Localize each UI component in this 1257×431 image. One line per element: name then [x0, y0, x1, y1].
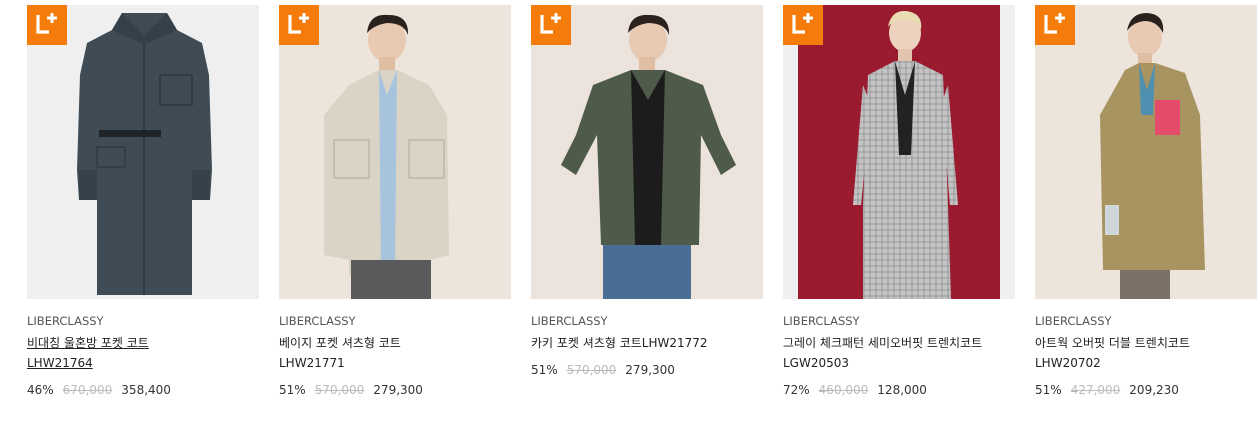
product-image[interactable] [531, 5, 763, 299]
original-price: 570,000 [314, 383, 365, 397]
price-row: 51% 570,000 279,300 [531, 362, 763, 378]
sale-price: 209,230 [1129, 383, 1179, 397]
product-name[interactable]: 카키 포켓 셔츠형 코트LHW21772 [531, 333, 736, 353]
product-grid: LIBERCLASSY 비대칭 울혼방 포켓 코트 LHW21764 46% 67… [0, 0, 1257, 431]
sale-price: 279,300 [373, 383, 423, 397]
sale-price: 279,300 [625, 363, 675, 377]
product-code[interactable]: LHW21771 [279, 356, 345, 370]
product-image[interactable] [783, 5, 1015, 299]
product-card[interactable]: LIBERCLASSY 그레이 체크패턴 세미오버핏 트렌치코트 LGW2050… [783, 0, 1015, 398]
product-code[interactable]: LHW21764 [27, 356, 93, 370]
product-card[interactable]: LIBERCLASSY 카키 포켓 셔츠형 코트LHW21772 51% 570,… [531, 0, 763, 378]
original-price: 670,000 [62, 383, 113, 397]
product-name-text[interactable]: 아트웍 오버핏 더블 트렌치코트 [1035, 336, 1190, 350]
model-illustration-icon [798, 5, 1000, 299]
original-price: 570,000 [566, 363, 617, 377]
price-row: 46% 670,000 358,400 [27, 382, 259, 398]
discount-rate: 51% [531, 363, 558, 377]
product-image[interactable] [279, 5, 511, 299]
product-code[interactable]: LHW20702 [1035, 356, 1101, 370]
product-image[interactable] [27, 5, 259, 299]
sale-price: 358,400 [121, 383, 171, 397]
price-row: 51% 570,000 279,300 [279, 382, 511, 398]
product-name-text[interactable]: 카키 포켓 셔츠형 코트LHW21772 [531, 336, 708, 350]
lplus-badge-icon [279, 5, 319, 45]
product-name-text[interactable]: 비대칭 울혼방 포켓 코트 [27, 336, 149, 350]
lplus-badge-icon [531, 5, 571, 45]
sale-price: 128,000 [877, 383, 927, 397]
brand-name[interactable]: LIBERCLASSY [279, 313, 511, 329]
product-card[interactable]: LIBERCLASSY 베이지 포켓 셔츠형 코트 LHW21771 51% 57… [279, 0, 511, 398]
product-image[interactable] [1035, 5, 1257, 299]
coat-illustration-icon [77, 13, 212, 295]
discount-rate: 51% [1035, 383, 1062, 397]
discount-rate: 72% [783, 383, 810, 397]
brand-name[interactable]: LIBERCLASSY [1035, 313, 1257, 329]
brand-name[interactable]: LIBERCLASSY [531, 313, 763, 329]
brand-name[interactable]: LIBERCLASSY [27, 313, 259, 329]
price-row: 51% 427,000 209,230 [1035, 382, 1257, 398]
discount-rate: 51% [279, 383, 306, 397]
price-row: 72% 460,000 128,000 [783, 382, 1015, 398]
model-illustration-icon [324, 14, 449, 299]
model-illustration-icon [1100, 13, 1205, 299]
lplus-badge-icon [1035, 5, 1075, 45]
product-name[interactable]: 아트웍 오버핏 더블 트렌치코트 LHW20702 [1035, 333, 1240, 373]
product-name[interactable]: 그레이 체크패턴 세미오버핏 트렌치코트 LGW20503 [783, 333, 988, 373]
product-name-text[interactable]: 그레이 체크패턴 세미오버핏 트렌치코트 [783, 336, 982, 350]
product-card[interactable]: LIBERCLASSY 비대칭 울혼방 포켓 코트 LHW21764 46% 67… [27, 0, 259, 398]
discount-rate: 46% [27, 383, 54, 397]
lplus-badge-icon [27, 5, 67, 45]
product-card[interactable]: LIBERCLASSY 아트웍 오버핏 더블 트렌치코트 LHW20702 51… [1035, 0, 1257, 398]
product-name[interactable]: 베이지 포켓 셔츠형 코트 LHW21771 [279, 333, 484, 373]
product-name[interactable]: 비대칭 울혼방 포켓 코트 LHW21764 [27, 333, 232, 373]
original-price: 427,000 [1070, 383, 1121, 397]
product-name-text[interactable]: 베이지 포켓 셔츠형 코트 [279, 336, 401, 350]
original-price: 460,000 [818, 383, 869, 397]
brand-name[interactable]: LIBERCLASSY [783, 313, 1015, 329]
model-illustration-icon [561, 14, 736, 299]
lplus-badge-icon [783, 5, 823, 45]
product-code[interactable]: LGW20503 [783, 356, 849, 370]
